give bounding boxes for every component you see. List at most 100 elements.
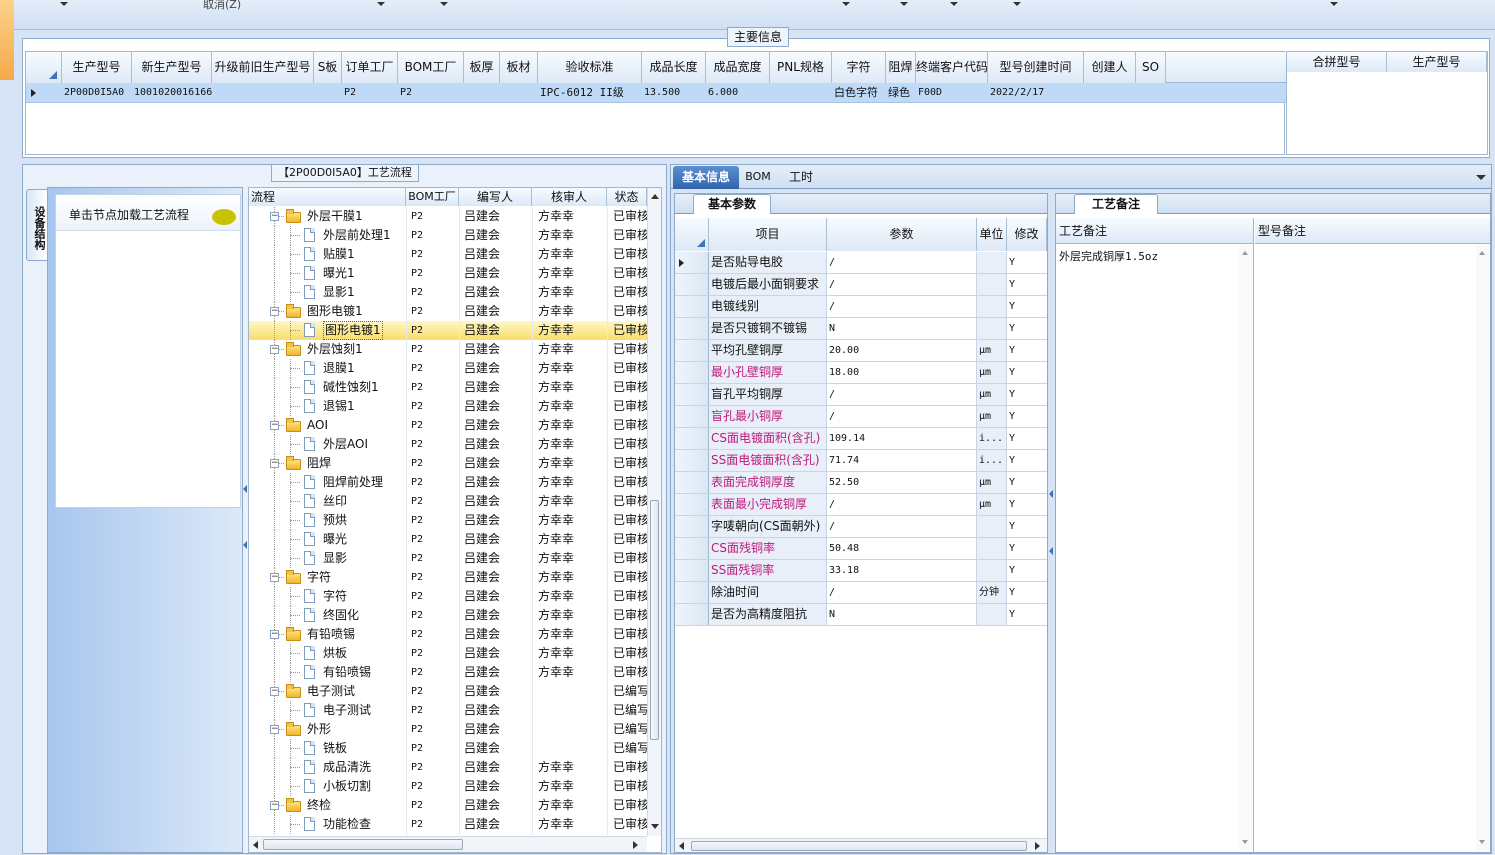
note-vscrollbar[interactable]: [1239, 245, 1252, 850]
main-col-header[interactable]: 新生产型号: [132, 52, 212, 83]
param-row[interactable]: CS面电镀面积(含孔) 109.14 i... Y: [675, 428, 1047, 450]
scroll-thumb[interactable]: [650, 500, 659, 740]
tree-row[interactable]: − 图形电镀1 P2 吕建会 方幸幸 已审核: [249, 302, 647, 321]
tree-row[interactable]: 丝印 P2 吕建会 方幸幸 已审核: [249, 492, 647, 511]
col-header-item[interactable]: 项目: [709, 218, 827, 251]
tree-row[interactable]: 字符 P2 吕建会 方幸幸 已审核: [249, 587, 647, 606]
col-header-status[interactable]: 状态: [607, 188, 647, 206]
expand-toggle-icon[interactable]: −: [270, 345, 279, 354]
col-header-unit[interactable]: 单位: [977, 218, 1007, 251]
tree-row[interactable]: − 阻焊 P2 吕建会 方幸幸 已审核: [249, 454, 647, 473]
scroll-right-icon[interactable]: [1035, 842, 1040, 850]
dropdown-arrow-icon[interactable]: [900, 2, 908, 6]
tree-row[interactable]: − 外形 P2 吕建会 已编写: [249, 720, 647, 739]
param-row[interactable]: 是否为高精度阻抗 N Y: [675, 604, 1047, 626]
tree-row[interactable]: 退锡1 P2 吕建会 方幸幸 已审核: [249, 397, 647, 416]
tree-row[interactable]: 外层AOI P2 吕建会 方幸幸 已审核: [249, 435, 647, 454]
tree-row[interactable]: 成品清洗 P2 吕建会 方幸幸 已审核: [249, 758, 647, 777]
tree-row[interactable]: 小板切割 P2 吕建会 方幸幸 已审核: [249, 777, 647, 796]
tree-row[interactable]: 电子测试 P2 吕建会 已编写: [249, 701, 647, 720]
tree-row[interactable]: − 外层干膜1 P2 吕建会 方幸幸 已审核: [249, 207, 647, 226]
main-col-header[interactable]: S板: [314, 52, 342, 83]
tree-row[interactable]: 退膜1 P2 吕建会 方幸幸 已审核: [249, 359, 647, 378]
param-value-cell[interactable]: /: [829, 385, 975, 404]
side-tab-equipment[interactable]: 设备结构: [26, 189, 48, 261]
tree-row[interactable]: 功能检查 P2 吕建会 方幸幸 已审核: [249, 815, 647, 834]
splitter-arrow-icon[interactable]: [1049, 547, 1053, 555]
scroll-up-icon[interactable]: [651, 194, 659, 199]
tree-row[interactable]: − AOI P2 吕建会 方幸幸 已审核: [249, 416, 647, 435]
param-value-cell[interactable]: 18.00: [829, 363, 975, 382]
param-value-cell[interactable]: /: [829, 407, 975, 426]
tab-menu-icon[interactable]: [1476, 175, 1486, 180]
hscroll-thumb[interactable]: [691, 841, 1027, 851]
expand-toggle-icon[interactable]: −: [270, 801, 279, 810]
main-col-header[interactable]: BOM工厂: [398, 52, 464, 83]
main-col-header[interactable]: 成品长度: [642, 52, 706, 83]
dropdown-arrow-icon[interactable]: [842, 2, 850, 6]
cancel-button[interactable]: 取消(Z): [203, 0, 241, 12]
param-value-cell[interactable]: 20.00: [829, 341, 975, 360]
col-header-flow[interactable]: 流程: [249, 188, 406, 206]
param-row[interactable]: SS面电镀面积(含孔) 71.74 i... Y: [675, 450, 1047, 472]
scroll-left-icon[interactable]: [253, 841, 258, 849]
tree-row[interactable]: − 有铅喷锡 P2 吕建会 方幸幸 已审核: [249, 625, 647, 644]
scroll-down-icon[interactable]: [1242, 840, 1248, 844]
col-header-bom[interactable]: BOM工厂: [406, 188, 459, 206]
param-value-cell[interactable]: /: [829, 253, 975, 272]
main-col-header[interactable]: 终端客户代码: [916, 52, 988, 83]
param-value-cell[interactable]: N: [829, 605, 975, 624]
dropdown-arrow-icon[interactable]: [440, 2, 448, 6]
hscroll-thumb[interactable]: [263, 839, 463, 850]
splitter-arrow-icon[interactable]: [243, 485, 247, 493]
tree-row[interactable]: − 电子测试 P2 吕建会 已编写: [249, 682, 647, 701]
tab-basic-info[interactable]: 基本信息: [673, 166, 739, 189]
tree-row[interactable]: 外层前处理1 P2 吕建会 方幸幸 已审核: [249, 226, 647, 245]
splitter-arrow-icon[interactable]: [243, 541, 247, 549]
main-col-header[interactable]: 板材: [500, 52, 538, 83]
param-row[interactable]: 最小孔壁铜厚 18.00 μm Y: [675, 362, 1047, 384]
tree-row[interactable]: 有铅喷锡 P2 吕建会 方幸幸 已审核: [249, 663, 647, 682]
expand-toggle-icon[interactable]: −: [270, 421, 279, 430]
tree-row[interactable]: 铣板 P2 吕建会 已编写: [249, 739, 647, 758]
param-value-cell[interactable]: /: [829, 517, 975, 536]
dropdown-arrow-icon[interactable]: [60, 2, 68, 6]
tree-row[interactable]: 碱性蚀刻1 P2 吕建会 方幸幸 已审核: [249, 378, 647, 397]
param-row[interactable]: 字唛朝向(CS面朝外) / Y: [675, 516, 1047, 538]
main-col-header[interactable]: 订单工厂: [342, 52, 398, 83]
merge-col-header[interactable]: 合拼型号: [1287, 52, 1387, 72]
param-value-cell[interactable]: /: [829, 297, 975, 316]
col-header-writer[interactable]: 编写人: [459, 188, 532, 206]
scroll-down-icon[interactable]: [1479, 840, 1485, 844]
params-hscrollbar[interactable]: [675, 838, 1047, 852]
tree-row[interactable]: − 外层蚀刻1 P2 吕建会 方幸幸 已审核: [249, 340, 647, 359]
expand-toggle-icon[interactable]: −: [270, 459, 279, 468]
param-row[interactable]: 电镀后最小面铜要求 / Y: [675, 274, 1047, 296]
tree-row[interactable]: 烘板 P2 吕建会 方幸幸 已审核: [249, 644, 647, 663]
note-vscrollbar[interactable]: [1476, 245, 1489, 850]
param-row[interactable]: 平均孔壁铜厚 20.00 μm Y: [675, 340, 1047, 362]
param-row[interactable]: 电镀线别 / Y: [675, 296, 1047, 318]
expand-toggle-icon[interactable]: −: [270, 212, 279, 221]
tree-row[interactable]: 预烘 P2 吕建会 方幸幸 已审核: [249, 511, 647, 530]
param-value-cell[interactable]: /: [829, 495, 975, 514]
scroll-down-icon[interactable]: [651, 824, 659, 829]
scroll-right-icon[interactable]: [633, 841, 638, 849]
main-col-header[interactable]: 创建人: [1084, 52, 1136, 83]
param-value-cell[interactable]: 109.14: [829, 429, 975, 448]
main-col-header[interactable]: PNL规格: [770, 52, 832, 83]
load-hint-box[interactable]: 单击节点加载工艺流程: [55, 194, 241, 508]
param-value-cell[interactable]: N: [829, 319, 975, 338]
expand-toggle-icon[interactable]: −: [270, 630, 279, 639]
main-col-header[interactable]: SO: [1136, 52, 1166, 83]
param-value-cell[interactable]: 33.18: [829, 561, 975, 580]
tree-row[interactable]: − 终检 P2 吕建会 方幸幸 已审核: [249, 796, 647, 815]
col-header-modify[interactable]: 修改: [1007, 218, 1047, 251]
splitter-arrow-icon[interactable]: [1049, 490, 1053, 498]
tree-row[interactable]: 终固化 P2 吕建会 方幸幸 已审核: [249, 606, 647, 625]
col-header-param[interactable]: 参数: [827, 218, 977, 251]
tab-hours[interactable]: 工时: [781, 166, 821, 189]
tree-row[interactable]: 曝光 P2 吕建会 方幸幸 已审核: [249, 530, 647, 549]
main-col-header[interactable]: 生产型号: [62, 52, 132, 83]
tree-hscrollbar[interactable]: [249, 836, 647, 852]
